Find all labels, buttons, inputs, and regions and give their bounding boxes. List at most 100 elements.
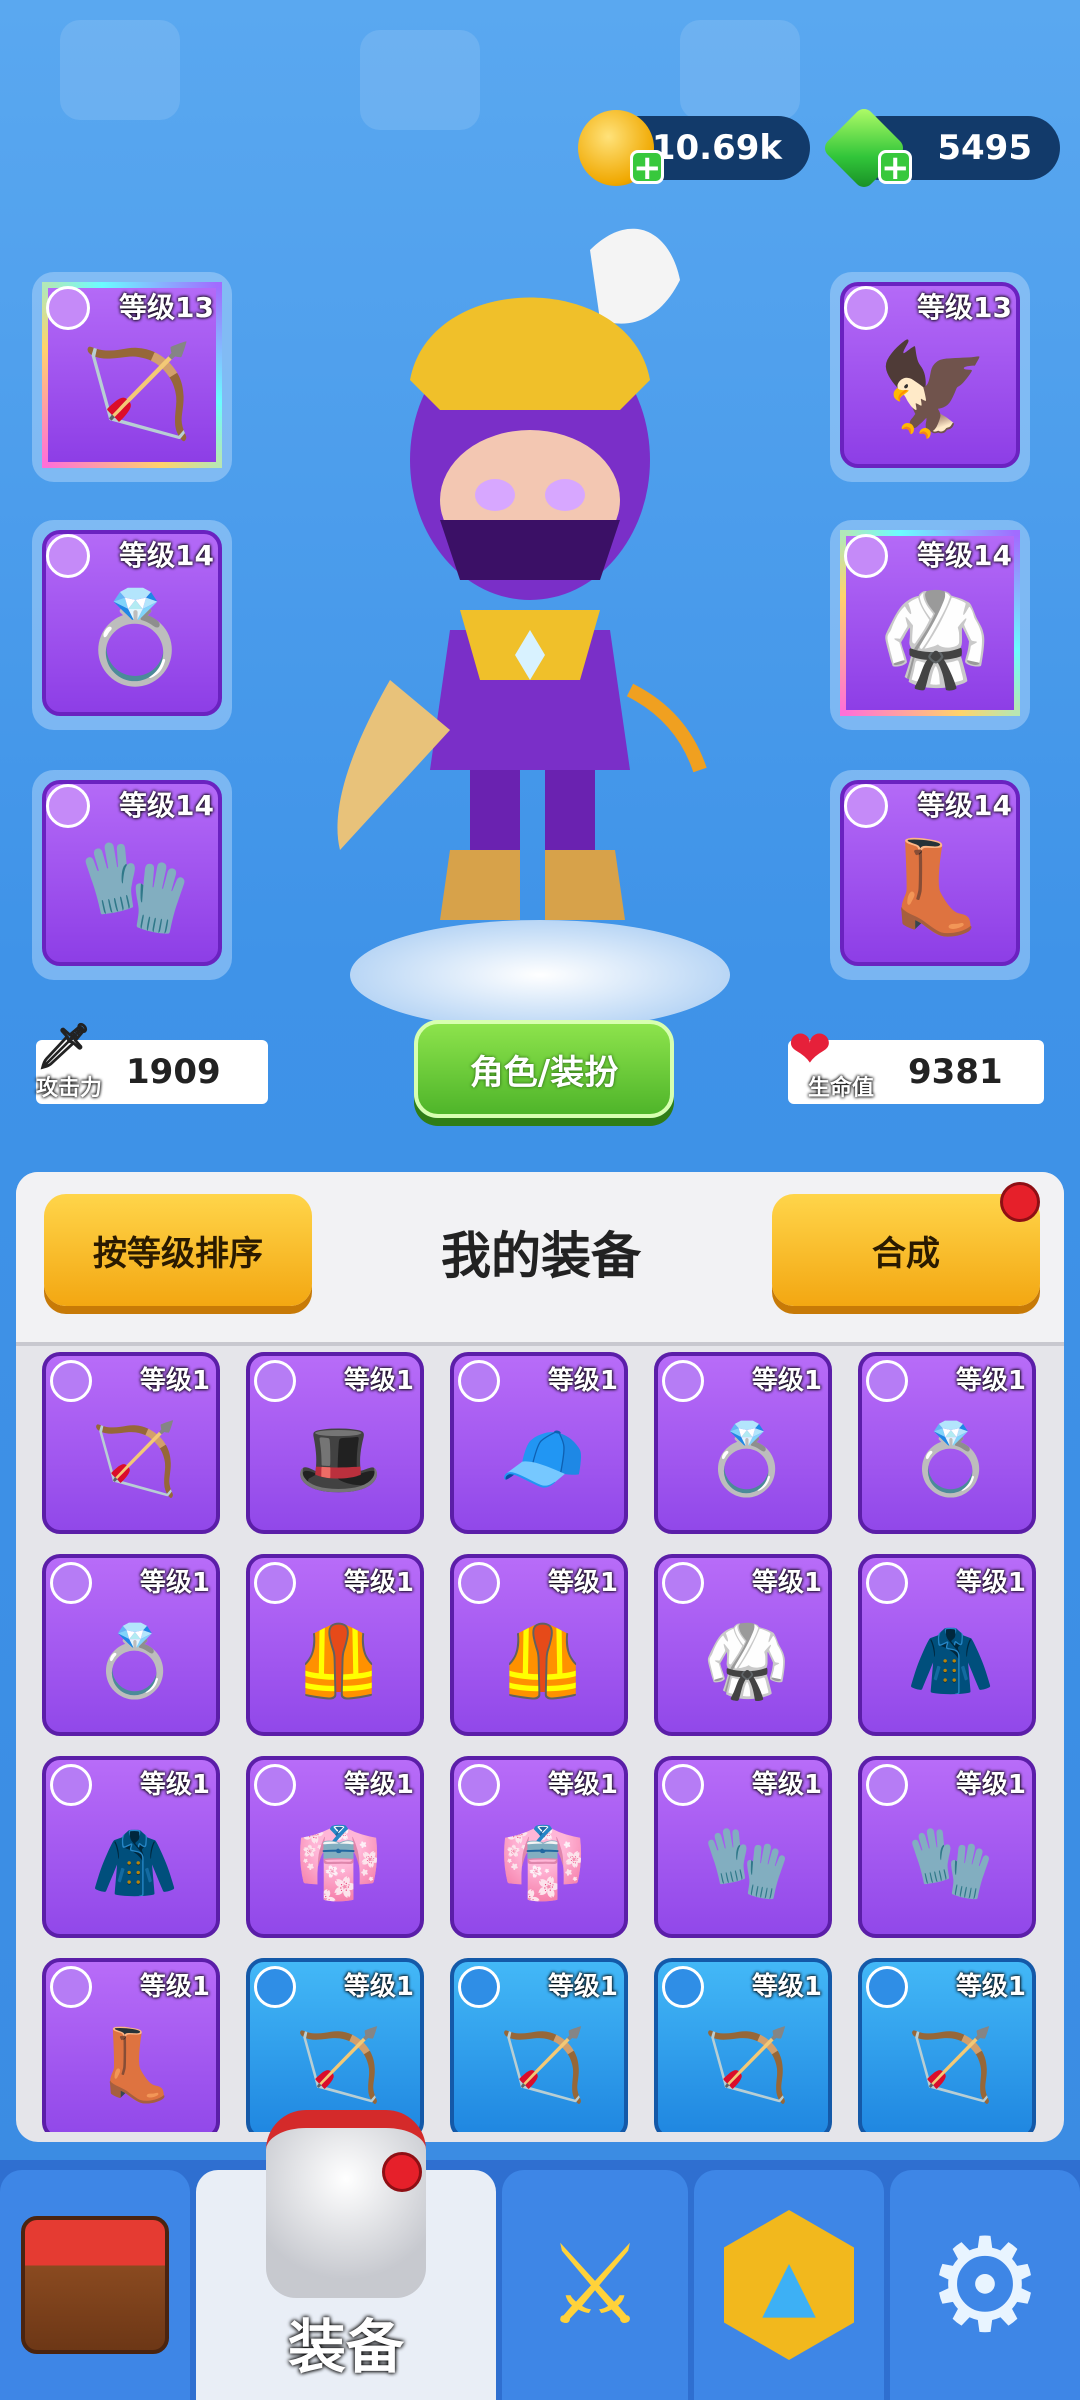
equip-slot-weapon[interactable]: 🏹 等级13 — [32, 272, 232, 482]
item-level: 等级1 — [139, 1770, 210, 1800]
equipment-item[interactable]: 等级1 🧢 — [450, 1352, 628, 1534]
equip-slot-gloves[interactable]: 🧤 等级14 — [32, 770, 232, 980]
gold-counter[interactable]: + 10.69k — [578, 110, 810, 186]
boots-type-icon — [844, 784, 888, 828]
equipment-item[interactable]: 等级1 💍 — [42, 1554, 220, 1736]
slot-level: 等级14 — [917, 539, 1012, 572]
sort-by-level-label: 按等级排序 — [93, 1233, 263, 1274]
background-emblem — [60, 20, 180, 120]
hero-character — [330, 210, 750, 970]
equipment-item[interactable]: 等级1 🎩 — [246, 1352, 424, 1534]
equipment-notification-dot — [382, 2152, 422, 2192]
role-costume-button[interactable]: 角色/装扮 — [414, 1020, 674, 1118]
hp-value: 9381 — [908, 1052, 1003, 1092]
equipment-item[interactable]: 等级1 🏹 — [42, 1352, 220, 1534]
item-type-icon — [866, 1360, 908, 1402]
item-type-icon — [662, 1966, 704, 2008]
gem-amount: 5495 — [937, 128, 1032, 168]
item-type-icon — [458, 1764, 500, 1806]
attack-value: 1909 — [126, 1052, 221, 1092]
equip-slot-ring[interactable]: 💍 等级14 — [32, 520, 232, 730]
equipment-item[interactable]: 等级1 🦺 — [450, 1554, 628, 1736]
item-icon: 🏹 — [703, 2023, 791, 2106]
item-icon: 💍 — [91, 1619, 179, 1702]
item-level: 等级1 — [955, 1972, 1026, 2002]
item-type-icon — [866, 1764, 908, 1806]
item-type-icon — [254, 1360, 296, 1402]
slot-level: 等级14 — [119, 539, 214, 572]
boot-icon: 👢 — [876, 834, 990, 940]
item-level: 等级1 — [955, 1568, 1026, 1598]
item-icon: 🎩 — [295, 1417, 383, 1500]
equipment-item[interactable]: 等级1 🧥 — [858, 1554, 1036, 1736]
item-icon: 🧢 — [499, 1417, 587, 1500]
item-type-icon — [866, 1966, 908, 2008]
add-gems-icon[interactable]: + — [878, 150, 912, 185]
item-type-icon — [458, 1360, 500, 1402]
item-type-icon — [662, 1360, 704, 1402]
equipment-item[interactable]: 等级1 👢 — [42, 1958, 220, 2132]
item-level: 等级1 — [547, 1568, 618, 1598]
equip-slot-boots[interactable]: 👢 等级14 — [830, 770, 1030, 980]
nav-equipment-label: 装备 — [287, 2313, 404, 2381]
merge-button[interactable]: 合成 — [772, 1194, 1040, 1306]
gold-amount: 10.69k — [651, 128, 782, 168]
item-icon: 🧤 — [907, 1821, 995, 1904]
equipment-item[interactable]: 等级1 🦺 — [246, 1554, 424, 1736]
background-emblem — [680, 20, 800, 120]
add-gold-icon[interactable]: + — [630, 150, 664, 185]
merge-label: 合成 — [872, 1233, 940, 1274]
equipment-item[interactable]: 等级1 🧤 — [858, 1756, 1036, 1938]
sort-by-level-button[interactable]: 按等级排序 — [44, 1194, 312, 1306]
nav-battle[interactable]: ⚔ — [502, 2170, 688, 2400]
item-icon: 👢 — [91, 2023, 179, 2106]
equipment-item[interactable]: 等级1 💍 — [654, 1352, 832, 1534]
item-icon: 💍 — [703, 1417, 791, 1500]
armor-type-icon — [844, 534, 888, 578]
equipment-item[interactable]: 等级1 🏹 — [450, 1958, 628, 2132]
equipment-item[interactable]: 等级1 👘 — [246, 1756, 424, 1938]
item-type-icon — [662, 1562, 704, 1604]
equipment-item[interactable]: 等级1 🧥 — [42, 1756, 220, 1938]
item-icon: 💍 — [907, 1417, 995, 1500]
nav-settings[interactable]: ⚙ — [890, 2170, 1080, 2400]
panel-header: 按等级排序 我的装备 合成 — [16, 1172, 1064, 1346]
item-level: 等级1 — [955, 1366, 1026, 1396]
gauntlet-icon: 🧤 — [78, 834, 192, 940]
nav-equipment[interactable]: 装备 — [196, 2110, 496, 2400]
equipment-item[interactable]: 等级1 🏹 — [654, 1958, 832, 2132]
item-type-icon — [254, 1764, 296, 1806]
item-icon: 🥋 — [703, 1619, 791, 1702]
item-level: 等级1 — [139, 1568, 210, 1598]
item-icon: 🧥 — [91, 1821, 179, 1904]
pink-ring-icon: 💍 — [78, 584, 192, 690]
item-type-icon — [458, 1562, 500, 1604]
bow-type-icon — [46, 286, 90, 330]
equipment-item[interactable]: 等级1 👘 — [450, 1756, 628, 1938]
nav-upgrade[interactable]: ▲ — [694, 2170, 884, 2400]
item-level: 等级1 — [751, 1568, 822, 1598]
item-type-icon — [254, 1966, 296, 2008]
item-level: 等级1 — [343, 1568, 414, 1598]
hp-label: 生命值 — [808, 1076, 875, 1101]
item-type-icon — [50, 1764, 92, 1806]
item-level: 等级1 — [751, 1972, 822, 2002]
equipment-item[interactable]: 等级1 🏹 — [858, 1958, 1036, 2132]
equipment-panel: 按等级排序 我的装备 合成 等级1 🏹 等级1 🎩 等级1 🧢 等级1 💍 等级1 💍 等级1 💍 等级… — [16, 1172, 1064, 2142]
item-level: 等级1 — [343, 1972, 414, 2002]
item-type-icon — [50, 1360, 92, 1402]
panel-title: 我的装备 — [441, 1227, 641, 1285]
equip-slot-helmet[interactable]: 🦅 等级13 — [830, 272, 1030, 482]
item-icon: 👘 — [295, 1821, 383, 1904]
gem-counter[interactable]: + 5495 — [821, 105, 1060, 191]
item-icon: 🏹 — [499, 2023, 587, 2106]
equipment-item[interactable]: 等级1 💍 — [858, 1352, 1036, 1534]
item-icon: 🧥 — [907, 1619, 995, 1702]
item-level: 等级1 — [751, 1366, 822, 1396]
equipment-item[interactable]: 等级1 🥋 — [654, 1554, 832, 1736]
equip-slot-armor[interactable]: 🥋 等级14 — [830, 520, 1030, 730]
equipment-item[interactable]: 等级1 🏹 — [246, 1958, 424, 2132]
nav-shop[interactable] — [0, 2170, 190, 2400]
bottom-nav: 装备 ⚔ ▲ ⚙ — [0, 2110, 1080, 2400]
equipment-item[interactable]: 等级1 🧤 — [654, 1756, 832, 1938]
